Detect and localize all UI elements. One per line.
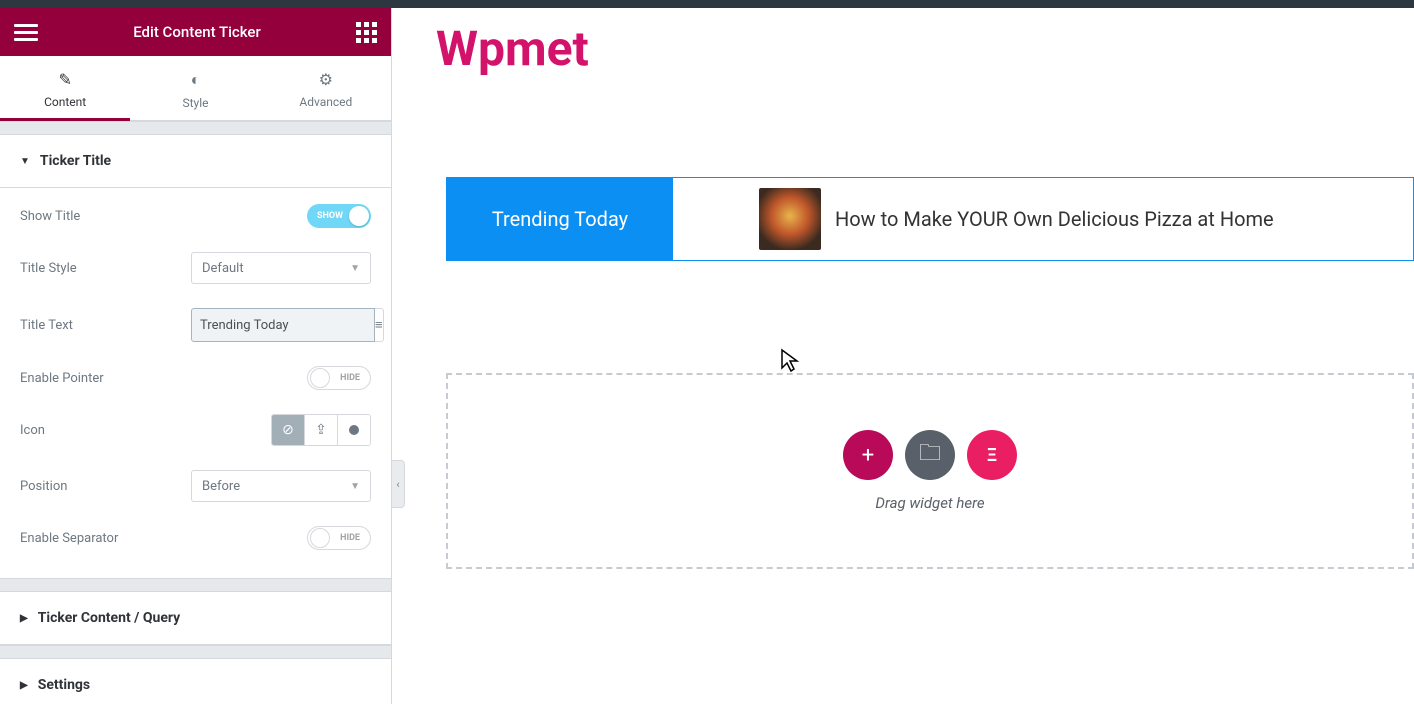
template-library-button[interactable]: 🗀 — [905, 430, 955, 480]
drop-zone[interactable]: + 🗀 Ξ Drag widget here — [446, 373, 1414, 569]
ek-icon: Ξ — [987, 445, 997, 466]
page-title: Edit Content Ticker — [38, 23, 356, 41]
contrast-icon: ◐ — [130, 70, 260, 90]
label-enable-separator: Enable Separator — [20, 531, 307, 546]
preview-area: ‹ Wpmet Trending Today How to Make YOUR … — [392, 8, 1414, 704]
section-ticker-content[interactable]: ▶ Ticker Content / Query — [0, 592, 391, 645]
dynamic-tags-button[interactable]: ≡ — [375, 308, 384, 342]
ticker-body: How to Make YOUR Own Delicious Pizza at … — [673, 178, 1413, 260]
caret-down-icon: ▼ — [20, 156, 30, 167]
section-label: Ticker Title — [40, 153, 111, 169]
elementskit-button[interactable]: Ξ — [967, 430, 1017, 480]
tab-content[interactable]: ✎ Content — [0, 56, 130, 120]
chevron-down-icon: ▼ — [350, 481, 360, 492]
ticker-title: Trending Today — [447, 178, 673, 260]
tab-advanced[interactable]: ⚙ Advanced — [261, 56, 391, 120]
panel-collapse-handle[interactable]: ‹ — [391, 460, 405, 508]
menu-icon[interactable] — [14, 20, 38, 45]
widgets-icon[interactable] — [356, 22, 377, 43]
label-position: Position — [20, 479, 191, 494]
icon-library[interactable] — [338, 415, 370, 445]
ticker-item-text: How to Make YOUR Own Delicious Pizza at … — [835, 207, 1274, 231]
chevron-down-icon: ▼ — [350, 263, 360, 274]
label-title-style: Title Style — [20, 261, 191, 276]
ticker-item-thumbnail — [759, 188, 821, 250]
icon-choice-group: ⊘ ⇪ — [271, 414, 371, 446]
icon-none[interactable]: ⊘ — [272, 415, 305, 445]
toggle-enable-separator[interactable]: HIDE — [307, 526, 371, 550]
drop-zone-label: Drag widget here — [875, 494, 984, 512]
label-title-text: Title Text — [20, 318, 191, 333]
icon-upload[interactable]: ⇪ — [305, 415, 338, 445]
plus-icon: + — [862, 443, 874, 468]
section-label: Settings — [38, 677, 90, 693]
editor-tabs: ✎ Content ◐ Style ⚙ Advanced — [0, 56, 391, 121]
circle-icon — [349, 425, 359, 435]
tab-style[interactable]: ◐ Style — [130, 56, 260, 120]
pencil-icon: ✎ — [0, 70, 130, 89]
section-ticker-title[interactable]: ▼ Ticker Title — [0, 135, 391, 188]
upload-icon: ⇪ — [315, 422, 327, 438]
label-icon: Icon — [20, 423, 271, 438]
label-enable-pointer: Enable Pointer — [20, 371, 307, 386]
label-show-title: Show Title — [20, 209, 307, 224]
tab-label: Style — [182, 96, 208, 110]
tab-label: Advanced — [299, 95, 352, 109]
brand-title: Wpmet — [436, 20, 1414, 77]
cursor-icon — [780, 348, 800, 374]
gear-icon: ⚙ — [261, 70, 391, 89]
database-icon: ≡ — [375, 317, 383, 333]
section-settings[interactable]: ▶ Settings — [0, 659, 391, 704]
editor-header: Edit Content Ticker — [0, 8, 391, 56]
none-icon: ⊘ — [282, 422, 294, 438]
caret-right-icon: ▶ — [20, 613, 28, 624]
caret-right-icon: ▶ — [20, 680, 28, 691]
content-ticker-widget[interactable]: Trending Today How to Make YOUR Own Deli… — [446, 177, 1414, 261]
chevron-left-icon: ‹ — [396, 478, 399, 491]
input-title-text[interactable] — [191, 308, 375, 342]
toggle-show-title[interactable]: SHOW — [307, 204, 371, 228]
add-section-button[interactable]: + — [843, 430, 893, 480]
tab-label: Content — [44, 95, 86, 109]
select-position[interactable]: Before ▼ — [191, 470, 371, 502]
section-label: Ticker Content / Query — [38, 610, 180, 626]
folder-icon: 🗀 — [919, 436, 941, 474]
select-title-style[interactable]: Default ▼ — [191, 252, 371, 284]
toggle-enable-pointer[interactable]: HIDE — [307, 366, 371, 390]
